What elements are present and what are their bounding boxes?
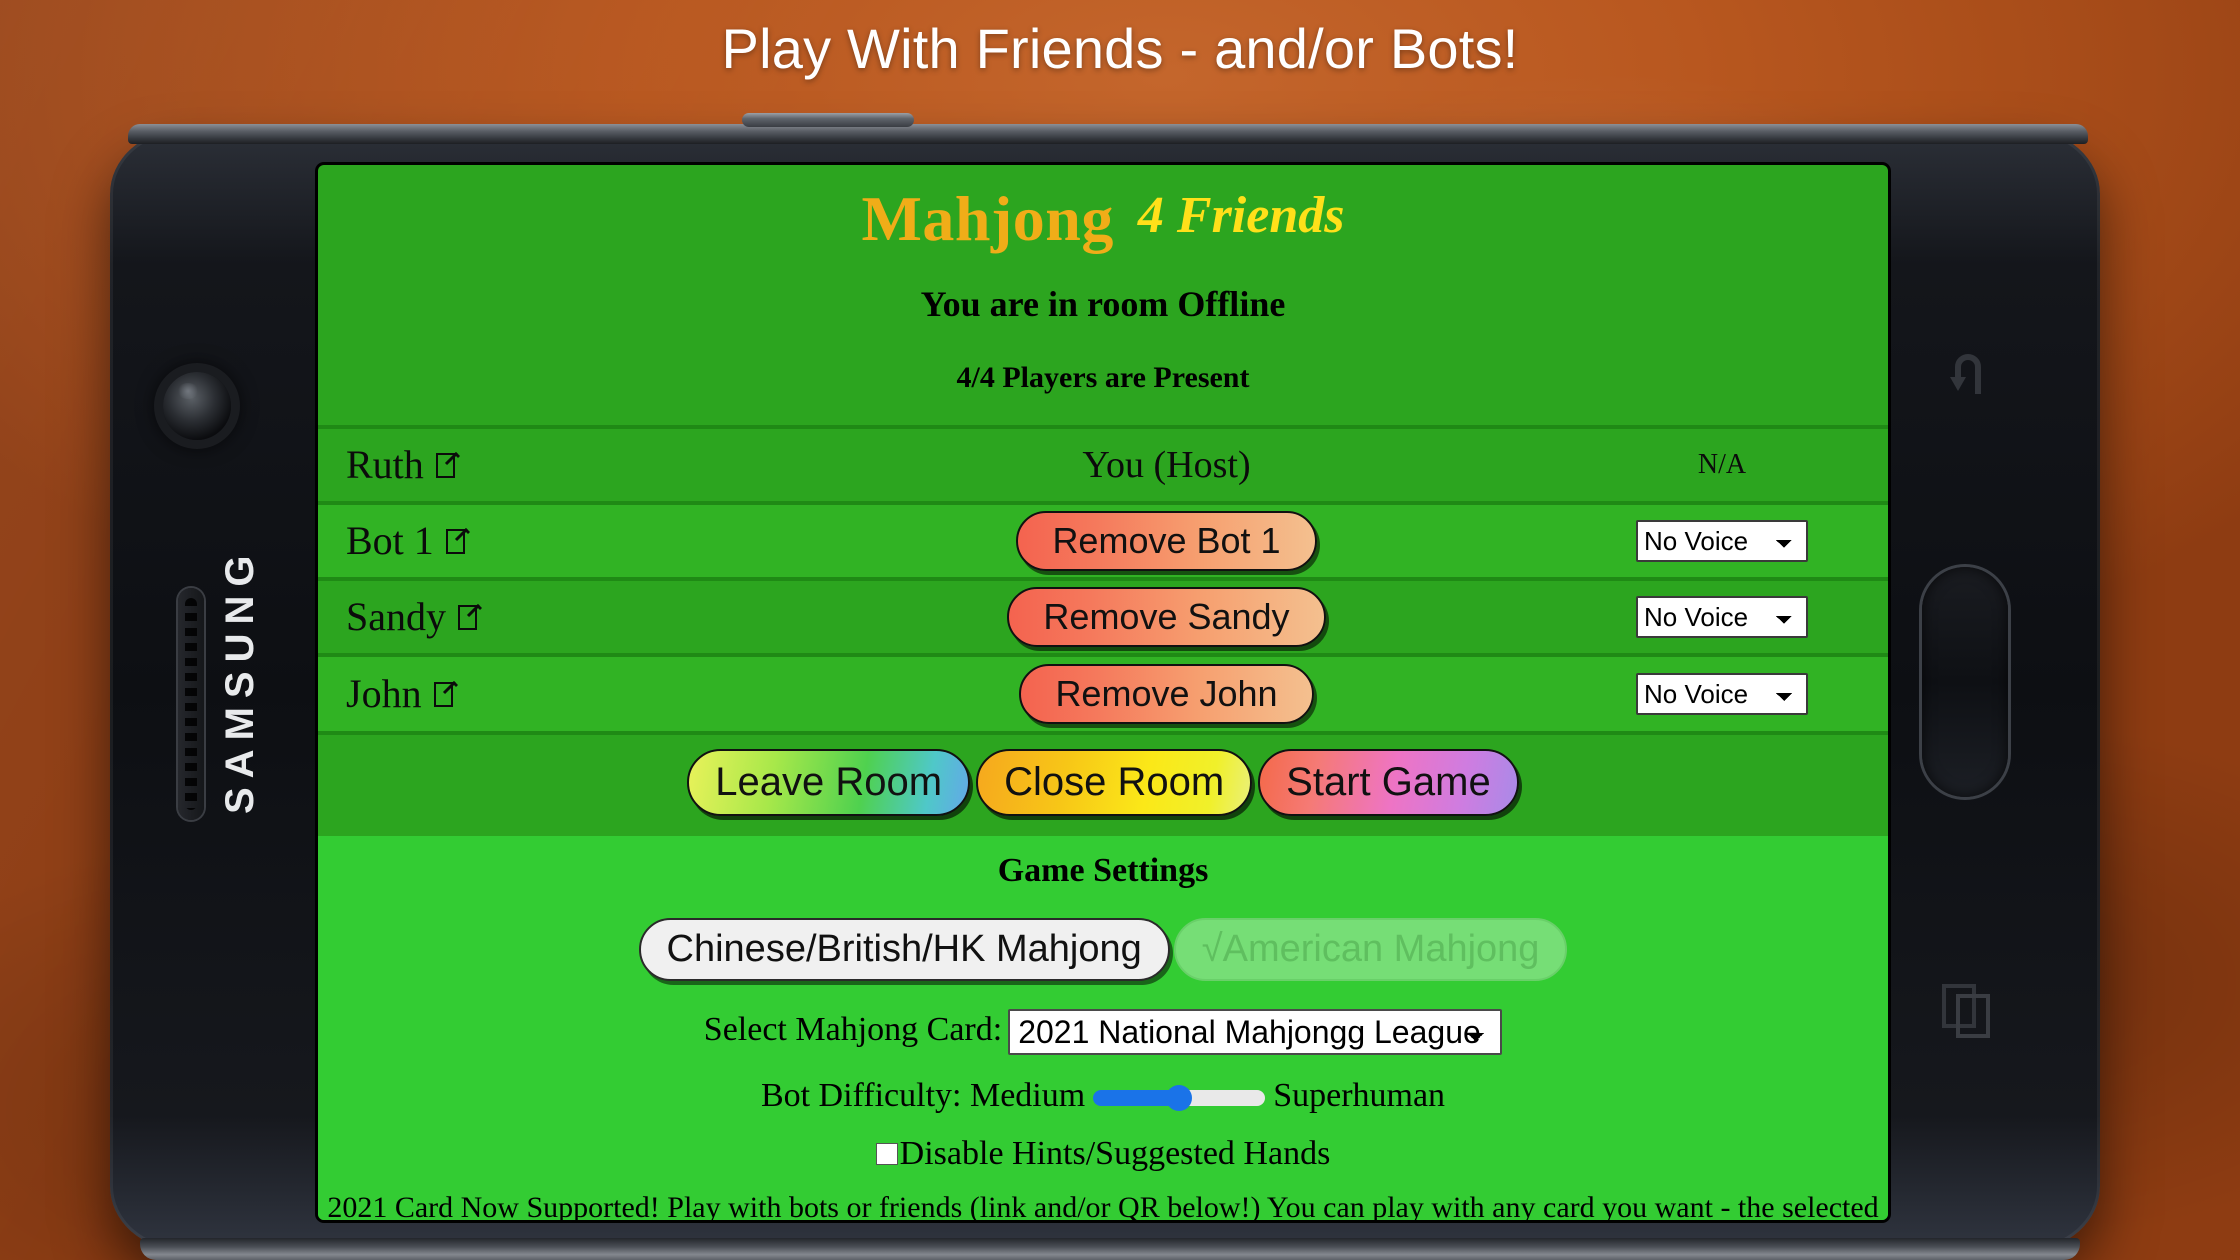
phone-earpiece-notch — [742, 113, 914, 127]
phone-screen: Mahjong 4 Friends You are in room Offline… — [318, 165, 1888, 1220]
slider-thumb[interactable] — [1166, 1085, 1193, 1112]
players-count-line: 4/4 Players are Present — [956, 361, 1250, 394]
player-voice-cell: No Voice — [1556, 503, 1888, 579]
voice-na-label: N/A — [1697, 449, 1747, 480]
banner-title: Play With Friends - and/or Bots! — [721, 17, 1519, 80]
bot-difficulty-row: Bot Difficulty: Medium Superhuman — [318, 1077, 1888, 1115]
player-action-cell: Remove Sandy — [777, 579, 1556, 655]
close-room-button[interactable]: Close Room — [976, 749, 1253, 816]
voice-select[interactable]: No Voice — [1636, 673, 1808, 715]
player-voice-cell: N/A — [1556, 427, 1888, 503]
mode-american-button[interactable]: √American Mahjong — [1173, 918, 1568, 981]
recents-icon[interactable] — [1938, 980, 1996, 1042]
player-name: John — [346, 670, 422, 716]
room-status-line: You are in room Offline — [920, 284, 1286, 324]
player-name-cell: John — [318, 655, 777, 731]
leave-room-button[interactable]: Leave Room — [687, 749, 971, 816]
player-name: Bot 1 — [346, 517, 434, 563]
back-arrow-icon[interactable] — [1938, 345, 1998, 405]
player-name: Sandy — [346, 593, 446, 639]
room-actions-row: Leave Room Close Room Start Game — [318, 731, 1888, 836]
app-title-subtitle: 4 Friends — [1137, 187, 1345, 244]
player-action-cell: You (Host) — [777, 427, 1556, 503]
player-name-cell: Sandy — [318, 579, 777, 655]
edit-pencil-icon[interactable] — [456, 595, 484, 642]
game-settings-title: Game Settings — [997, 852, 1209, 889]
remove-player-button[interactable]: Remove Bot 1 — [1016, 511, 1317, 571]
game-settings-panel: Game Settings Chinese/British/HK Mahjong… — [318, 836, 1888, 1220]
voice-select[interactable]: No Voice — [1636, 520, 1808, 562]
footer-note: 2021 Card Now Supported! Play with bots … — [327, 1191, 1879, 1220]
mahjong-card-select[interactable]: 2021 National Mahjongg League — [1008, 1009, 1503, 1055]
disable-hints-label: Disable Hints/Suggested Hands — [899, 1135, 1331, 1172]
start-game-button[interactable]: Start Game — [1258, 749, 1519, 816]
player-name: Ruth — [346, 441, 424, 487]
disable-hints-checkbox[interactable] — [875, 1143, 898, 1165]
edit-pencil-icon[interactable] — [432, 672, 460, 719]
select-card-label: Select Mahjong Card: — [703, 1010, 1003, 1048]
app-title: Mahjong — [861, 183, 1114, 254]
remove-player-button[interactable]: Remove Sandy — [1007, 587, 1326, 647]
bot-difficulty-label: Bot Difficulty: Medium — [760, 1077, 1086, 1114]
host-label: You (Host) — [1082, 444, 1251, 486]
camera-lens-icon — [163, 372, 231, 440]
player-action-cell: Remove Bot 1 — [777, 503, 1556, 579]
mahjong-mode-toggle-group: Chinese/British/HK Mahjong √American Mahj… — [318, 918, 1888, 981]
voice-select[interactable]: No Voice — [1636, 596, 1808, 638]
edit-pencil-icon[interactable] — [434, 443, 462, 490]
table-row: Ruth You (Host) N/A — [318, 427, 1888, 503]
phone-bottom-edge — [140, 1238, 2080, 1260]
bot-difficulty-slider[interactable] — [1093, 1085, 1266, 1112]
table-row: Bot 1 Remove Bot 1 No Voice — [318, 503, 1888, 579]
player-name-cell: Ruth — [318, 427, 777, 503]
mode-chinese-button[interactable]: Chinese/British/HK Mahjong — [638, 918, 1170, 981]
samsung-brand-label: SAMSUNG — [218, 546, 262, 814]
mahjong-card-row: Select Mahjong Card: 2021 National Mahjo… — [318, 1009, 1888, 1055]
table-row: Sandy Remove Sandy No Voice — [318, 579, 1888, 655]
player-voice-cell: No Voice — [1556, 655, 1888, 731]
player-action-cell: Remove John — [777, 655, 1556, 731]
player-name-cell: Bot 1 — [318, 503, 777, 579]
remove-player-button[interactable]: Remove John — [1019, 664, 1314, 724]
phone-top-edge — [128, 124, 2088, 144]
table-row: John Remove John No Voice — [318, 655, 1888, 731]
player-voice-cell: No Voice — [1556, 579, 1888, 655]
speaker-grille-icon — [178, 588, 204, 820]
app-header: Mahjong 4 Friends — [318, 165, 1888, 251]
bot-difficulty-max-label: Superhuman — [1273, 1077, 1446, 1114]
home-button[interactable] — [1922, 567, 2008, 797]
disable-hints-row: Disable Hints/Suggested Hands — [318, 1135, 1888, 1173]
player-list-table: Ruth You (Host) N/A Bot 1 Remove Bot 1 N… — [318, 425, 1888, 731]
edit-pencil-icon[interactable] — [444, 519, 472, 566]
